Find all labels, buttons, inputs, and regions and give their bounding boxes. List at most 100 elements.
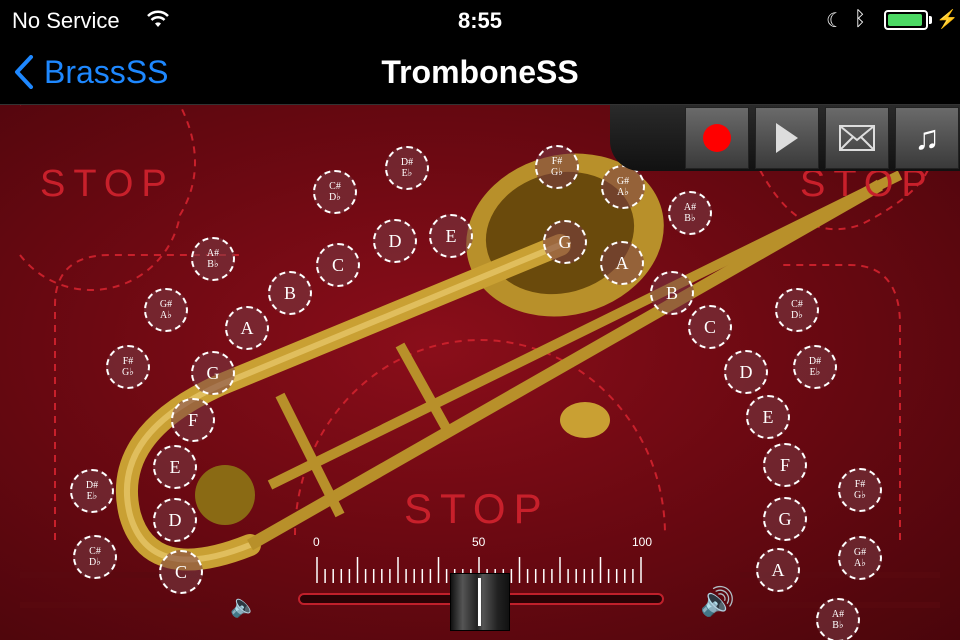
left-note-button[interactable]: G: [191, 351, 235, 395]
right-note-button[interactable]: A# B♭: [668, 191, 712, 235]
right-note-button[interactable]: F# G♭: [535, 145, 579, 189]
note-label: F: [187, 409, 198, 430]
bluetooth-icon: ᛒ: [854, 8, 866, 30]
right-note-button[interactable]: D# E♭: [793, 345, 837, 389]
toolbar: ♫: [610, 105, 960, 171]
note-label-bottom: G♭: [551, 167, 563, 178]
right-note-button[interactable]: F: [763, 443, 807, 487]
left-note-button[interactable]: D# E♭: [70, 469, 114, 513]
note-label-top: G#: [159, 299, 173, 310]
note-label: G: [778, 508, 792, 529]
left-note-button[interactable]: B: [268, 271, 312, 315]
note-label-bottom: A♭: [160, 310, 172, 321]
note-label-top: F#: [854, 479, 866, 490]
note-label-top: F#: [551, 156, 563, 167]
right-note-button[interactable]: G: [763, 497, 807, 541]
battery-icon: [884, 10, 928, 30]
note-label: B: [283, 282, 296, 303]
trombone-counterweight: [195, 465, 255, 525]
right-note-button[interactable]: A# B♭: [816, 598, 860, 640]
page-title: TromboneSS: [381, 54, 579, 90]
right-note-button[interactable]: G# A♭: [601, 165, 645, 209]
trombone-mouthpiece: [560, 402, 610, 438]
note-label-top: G#: [616, 176, 630, 187]
right-note-button[interactable]: F# G♭: [838, 468, 882, 512]
note-label-top: A#: [206, 248, 220, 259]
left-note-button[interactable]: A# B♭: [191, 237, 235, 281]
note-label-bottom: E♭: [86, 491, 98, 502]
mail-icon: [839, 125, 875, 151]
email-button[interactable]: [825, 107, 889, 169]
note-label: A: [615, 252, 629, 273]
left-note-button[interactable]: D: [373, 219, 417, 263]
note-label-top: C#: [89, 546, 101, 557]
note-label: G: [558, 231, 572, 252]
note-label-bottom: B♭: [207, 259, 219, 270]
note-label-top: D#: [400, 157, 414, 168]
navigation-bar: BrassSS TromboneSS: [0, 40, 960, 105]
left-note-button[interactable]: E: [429, 214, 473, 258]
volume-min-label: 0: [313, 535, 320, 549]
note-label: F: [779, 454, 790, 475]
right-note-button[interactable]: A: [600, 241, 644, 285]
right-note-button[interactable]: C: [688, 305, 732, 349]
charging-icon: ⚡: [936, 9, 959, 29]
note-label-top: G#: [853, 547, 867, 558]
right-note-button[interactable]: C# D♭: [775, 288, 819, 332]
volume-max-label: 100: [632, 535, 653, 549]
moon-icon: ☾: [826, 10, 844, 32]
battery-tip: [929, 16, 932, 24]
right-note-button[interactable]: A: [756, 548, 800, 592]
play-icon: [776, 123, 798, 153]
right-note-button[interactable]: E: [746, 395, 790, 439]
note-label-top: A#: [683, 202, 697, 213]
right-note-button[interactable]: D: [724, 350, 768, 394]
music-button[interactable]: ♫: [895, 107, 959, 169]
left-note-button[interactable]: F# G♭: [106, 345, 150, 389]
right-note-button[interactable]: B: [650, 271, 694, 315]
left-note-button[interactable]: C: [316, 243, 360, 287]
note-label-top: D#: [808, 356, 822, 367]
note-label-top: C#: [329, 181, 341, 192]
clock: 8:55: [457, 8, 503, 33]
stop-zone-label-left[interactable]: STOP: [40, 163, 175, 206]
note-label: D: [168, 509, 182, 530]
left-note-button[interactable]: G# A♭: [144, 288, 188, 332]
speaker-high-icon: 🔊: [700, 586, 735, 617]
note-label: C: [331, 254, 344, 275]
note-label-bottom: B♭: [832, 620, 844, 631]
battery-fill: [888, 14, 923, 26]
left-note-button[interactable]: C# D♭: [73, 535, 117, 579]
stop-zone-label-center[interactable]: STOP: [404, 485, 550, 533]
left-note-button[interactable]: E: [153, 445, 197, 489]
note-label: G: [206, 362, 220, 383]
right-note-button[interactable]: G: [543, 220, 587, 264]
note-label: D: [388, 230, 402, 251]
left-note-button[interactable]: C# D♭: [313, 170, 357, 214]
left-note-button[interactable]: C: [159, 550, 203, 594]
left-note-button[interactable]: A: [225, 306, 269, 350]
speaker-low-icon: 🔈: [230, 593, 258, 618]
volume-control: 0 50 100 🔈 🔊: [220, 535, 740, 640]
trombone-stage[interactable]: STOP STOP STOP C# D♭ D# E♭ A# B♭ C D E B G# A♭ A F# G♭…: [0, 105, 960, 640]
play-button[interactable]: [755, 107, 819, 169]
note-label-bottom: D♭: [791, 310, 803, 321]
left-note-button[interactable]: F: [171, 398, 215, 442]
note-label: B: [665, 282, 678, 303]
note-label-top: A#: [831, 609, 845, 620]
note-label-bottom: G♭: [854, 490, 866, 501]
note-label-bottom: D♭: [89, 557, 101, 568]
record-button[interactable]: [685, 107, 749, 169]
left-note-button[interactable]: D# E♭: [385, 146, 429, 190]
right-note-button[interactable]: G# A♭: [838, 536, 882, 580]
note-label-top: C#: [791, 299, 803, 310]
note-label-bottom: A♭: [617, 187, 629, 198]
note-label-bottom: D♭: [329, 192, 341, 203]
note-label: C: [703, 316, 716, 337]
note-label: E: [762, 406, 774, 427]
volume-slider-thumb[interactable]: [450, 573, 510, 631]
left-note-button[interactable]: D: [153, 498, 197, 542]
music-notes-icon: ♫: [914, 118, 940, 157]
note-label: C: [174, 561, 187, 582]
note-label: A: [240, 317, 254, 338]
